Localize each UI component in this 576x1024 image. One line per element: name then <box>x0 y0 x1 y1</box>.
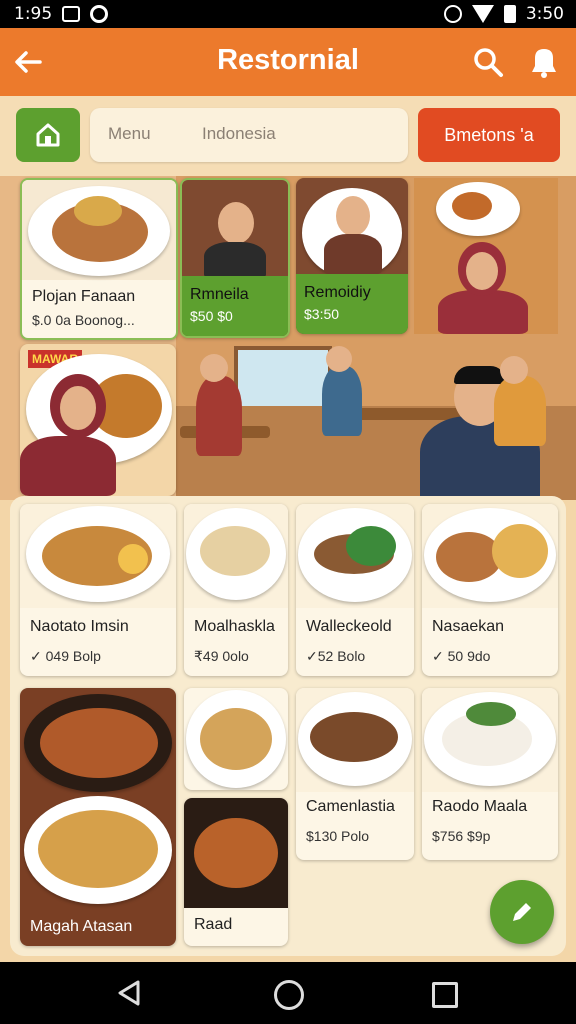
dish-price: ₹49 0olo <box>194 648 249 664</box>
dish-photo <box>422 504 558 608</box>
food <box>310 712 398 762</box>
toolbar: Menu Indonesia Bmetons 'a <box>0 96 576 176</box>
promo-dish-card[interactable]: MAWAR <box>20 344 176 496</box>
hostess-illustration <box>414 178 558 334</box>
system-nav-bar <box>0 962 576 1024</box>
menu-item-card[interactable] <box>184 688 288 790</box>
dish-name: Magah Atasan <box>30 918 133 935</box>
home-icon <box>36 123 60 147</box>
card-caption: Rmneila $50 $0 <box>182 276 288 336</box>
nav-recents-icon[interactable] <box>432 982 458 1008</box>
chef-head <box>336 196 370 236</box>
notification-bell-icon[interactable] <box>526 44 562 80</box>
food <box>452 192 492 220</box>
sync-notification-icon <box>90 5 109 23</box>
menu-item-card[interactable]: Raodo Maala $756 $9p <box>422 688 558 860</box>
dish-name: Raodo Maala <box>432 798 528 815</box>
dish-photo <box>20 504 176 608</box>
featured-dish-card[interactable]: Plojan Fanaan $.0 0a Boonog... <box>20 178 178 340</box>
status-clock: 3:50 <box>525 4 564 24</box>
dish-photo <box>422 688 558 792</box>
restaurant-table <box>350 408 460 420</box>
egg <box>118 544 148 574</box>
food <box>74 196 122 226</box>
dish-name: Raad <box>194 916 233 933</box>
image-notification-icon <box>62 6 81 22</box>
menu-item-card[interactable]: Moalhaskla ₹49 0olo <box>184 504 288 676</box>
home-button[interactable] <box>16 108 80 162</box>
edit-fab-button[interactable] <box>490 880 554 944</box>
promotions-button[interactable]: Bmetons 'a <box>418 108 560 162</box>
food <box>492 524 548 578</box>
chef-figure <box>204 242 266 278</box>
dish-name: Remoidiy <box>304 284 371 301</box>
hostess-face <box>466 252 498 290</box>
cuisine-filter-label[interactable]: Indonesia <box>202 124 276 144</box>
dish-photo <box>296 504 414 608</box>
diner-head <box>200 354 228 382</box>
nav-back-icon[interactable] <box>114 978 144 1008</box>
pencil-icon <box>513 903 531 921</box>
dish-photo <box>22 180 176 280</box>
chef-figure <box>324 234 382 274</box>
dish-name: Walleckeold <box>306 618 392 635</box>
hero-section: Plojan Fanaan $.0 0a Boonog... Rmneila $… <box>0 176 576 500</box>
food <box>346 526 396 566</box>
chef-name: Rmneila <box>190 286 249 303</box>
menu-item-card[interactable]: Magah Atasan <box>20 688 176 946</box>
food <box>200 526 270 576</box>
diner-figure <box>494 376 546 446</box>
dish-name: Moalhaskla <box>194 618 275 635</box>
status-time: 1:95 <box>14 4 53 24</box>
dish-name: Nasaekan <box>432 618 505 635</box>
food <box>466 702 516 726</box>
diner-head <box>500 356 528 384</box>
food <box>200 708 272 770</box>
menu-item-card[interactable]: Nasaekan ✓ 50 9do <box>422 504 558 676</box>
hostess-figure <box>20 436 116 496</box>
chef-head <box>218 202 254 244</box>
dish-price: $3:50 <box>304 306 340 322</box>
card-caption: Remoidiy $3:50 <box>296 274 408 334</box>
search-icon[interactable] <box>472 46 504 78</box>
dish-price: ✓ 50 9do <box>432 648 491 664</box>
waiter-cap <box>454 366 506 384</box>
battery-icon <box>503 5 516 23</box>
diner-figure <box>322 366 362 436</box>
dish-name: Naotato Imsin <box>30 618 129 635</box>
menu-item-card[interactable]: Walleckeold ✓52 Bolo <box>296 504 414 676</box>
restaurant-window <box>234 346 332 414</box>
hostess-figure <box>438 290 528 334</box>
menu-item-card[interactable]: Camenlastia $130 Polo <box>296 688 414 860</box>
food <box>194 818 278 888</box>
dish-price: $756 $9p <box>432 828 491 844</box>
dish-price: ✓52 Bolo <box>306 648 366 664</box>
alarm-icon <box>443 5 462 23</box>
hostess-face <box>60 386 96 430</box>
dish-photo <box>184 504 288 608</box>
dish-name: Camenlastia <box>306 798 395 815</box>
status-bar: 1:95 3:50 <box>0 0 576 28</box>
food <box>40 708 158 778</box>
dish-card[interactable]: Remoidiy $3:50 <box>296 178 408 334</box>
chef-card[interactable]: Rmneila $50 $0 <box>180 178 290 338</box>
wifi-icon <box>471 5 494 23</box>
diner-figure <box>196 376 242 456</box>
menu-item-card[interactable]: Naotato Imsin ✓ 049 Bolp <box>20 504 176 676</box>
dish-photo <box>184 798 288 908</box>
menu-filter-bar[interactable]: Menu Indonesia <box>90 108 408 162</box>
nav-home-icon[interactable] <box>274 980 304 1010</box>
food <box>38 810 158 888</box>
diner-head <box>326 346 352 372</box>
dish-price: $.0 0a Boonog... <box>32 312 135 328</box>
menu-item-card[interactable]: Raad <box>184 798 288 946</box>
dish-name: Plojan Fanaan <box>32 288 136 305</box>
chef-price: $50 $0 <box>190 308 233 324</box>
dish-price: $130 Polo <box>306 828 370 844</box>
app-bar: Restornial <box>0 28 576 96</box>
dish-photo <box>296 688 414 792</box>
dish-price: ✓ 049 Bolp <box>30 648 101 664</box>
menu-filter-label[interactable]: Menu <box>108 124 151 144</box>
